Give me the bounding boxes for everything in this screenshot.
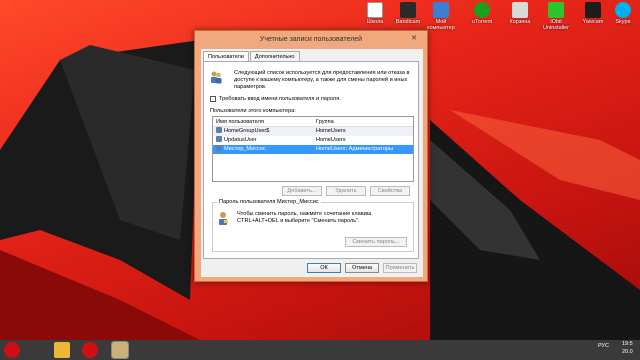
taskbar: РУС 19:5 20.0 [0, 340, 640, 360]
column-header-group[interactable]: Группа [313, 117, 413, 126]
table-row[interactable]: HomeGroupUser$ HomeUsers [213, 127, 413, 136]
user-icon [216, 127, 222, 133]
user-name-cell: UpdatusUser [213, 136, 313, 145]
user-name-text: Мистер_Миссис [224, 146, 266, 152]
users-table-header: Имя пользователя Группа [213, 117, 413, 127]
change-password-button[interactable]: Сменить пароль... [345, 237, 407, 247]
iobit-uninstaller-icon [548, 2, 564, 18]
desktop-icon-label: IObit Uninstaller [543, 19, 569, 31]
bandicam-record-icon[interactable] [82, 342, 98, 358]
user-group-cell: HomeUsers [316, 128, 346, 134]
opera-icon[interactable] [4, 342, 20, 358]
desktop-icon-label: Yawcam [582, 19, 604, 25]
desktop-icon-label: Корзина [509, 19, 531, 25]
school-app-icon [367, 2, 383, 18]
computer-icon [433, 2, 449, 18]
user-accounts-icon[interactable] [111, 341, 129, 359]
cancel-button[interactable]: Отмена [345, 263, 379, 273]
table-row[interactable]: Мистер_Миссис HomeUsers; Администраторы [213, 145, 413, 154]
desktop-icon-label: Skype [615, 19, 631, 25]
desktop-icon-bandicam[interactable]: Bandicam [393, 2, 423, 25]
users-list-label: Пользователи этого компьютера: [210, 108, 296, 114]
user-accounts-dialog: Учетные записи пользователей ✕ Пользоват… [194, 30, 428, 282]
user-group-cell: HomeUsers [316, 137, 346, 143]
remove-user-button[interactable]: Удалить [326, 186, 366, 196]
password-instructions: Чтобы сменить пароль, нажмите сочетание … [237, 211, 372, 224]
column-header-username[interactable]: Имя пользователя [213, 117, 313, 126]
user-name-text: UpdatusUser [224, 137, 257, 143]
desktop-icon-label: Школа [366, 19, 384, 25]
dialog-client-area: Пользователи Дополнительно Следующий спи… [201, 49, 423, 277]
webcam-icon [585, 2, 601, 18]
recycle-bin-icon [512, 2, 528, 18]
user-name-text: HomeGroupUser$ [224, 128, 270, 134]
desktop-icon-yawcam[interactable]: Yawcam [578, 2, 608, 25]
users-table[interactable]: Имя пользователя Группа HomeGroupUser$ H… [212, 116, 414, 182]
file-explorer-icon[interactable] [54, 342, 70, 358]
properties-button[interactable]: Свойства [370, 186, 410, 196]
desktop-icon-label: uTorrent [471, 19, 493, 25]
utorrent-icon [474, 2, 490, 18]
password-group: Пароль пользователя Мистер_Миссис Чтобы … [212, 199, 414, 252]
desktop-icon-school[interactable]: Школа [360, 2, 390, 25]
user-icon [216, 136, 222, 142]
desktop-icon-label: Мой компьютер [427, 19, 455, 31]
tab-strip: Пользователи Дополнительно [203, 51, 301, 62]
desktop-icon-recycle-bin[interactable]: Корзина [505, 2, 535, 25]
ok-button[interactable]: ОК [307, 263, 341, 273]
input-language[interactable]: РУС [598, 343, 609, 349]
require-password-checkbox[interactable] [210, 96, 216, 102]
user-name-cell: HomeGroupUser$ [213, 127, 313, 136]
skype-icon [615, 2, 631, 18]
user-group-cell: HomeUsers; Администраторы [316, 146, 394, 152]
user-password-icon [219, 212, 228, 225]
user-name-cell: Мистер_Миссис [213, 145, 313, 154]
close-button[interactable]: ✕ [409, 35, 419, 43]
clock-date[interactable]: 20.0 [622, 349, 633, 355]
desktop-icon-iobit[interactable]: IObit Uninstaller [541, 2, 571, 31]
desktop-icon-my-computer[interactable]: Мой компьютер [426, 2, 456, 31]
desktop-icon-skype[interactable]: Skype [608, 2, 638, 25]
tab-advanced[interactable]: Дополнительно [249, 51, 300, 61]
users-group-icon [211, 71, 222, 84]
require-password-row[interactable]: Требовать ввод имени пользователя и паро… [210, 96, 341, 102]
intro-text: Следующий список используется для предос… [234, 70, 410, 90]
desktop-icon-label: Bandicam [395, 19, 421, 25]
table-row[interactable]: UpdatusUser HomeUsers [213, 136, 413, 145]
dialog-title: Учетные записи пользователей [259, 36, 363, 43]
desktop-icon-utorrent[interactable]: uTorrent [467, 2, 497, 25]
password-group-label: Пароль пользователя Мистер_Миссис [217, 199, 321, 205]
clock-time[interactable]: 19:5 [622, 341, 633, 347]
dialog-titlebar[interactable]: Учетные записи пользователей ✕ [195, 31, 427, 49]
add-user-button[interactable]: Добавить... [282, 186, 322, 196]
apply-button[interactable]: Применить [383, 263, 417, 273]
require-password-label: Требовать ввод имени пользователя и паро… [219, 96, 341, 102]
bandicam-icon [400, 2, 416, 18]
users-tab-panel: Следующий список используется для предос… [203, 61, 419, 259]
user-icon [216, 145, 222, 151]
